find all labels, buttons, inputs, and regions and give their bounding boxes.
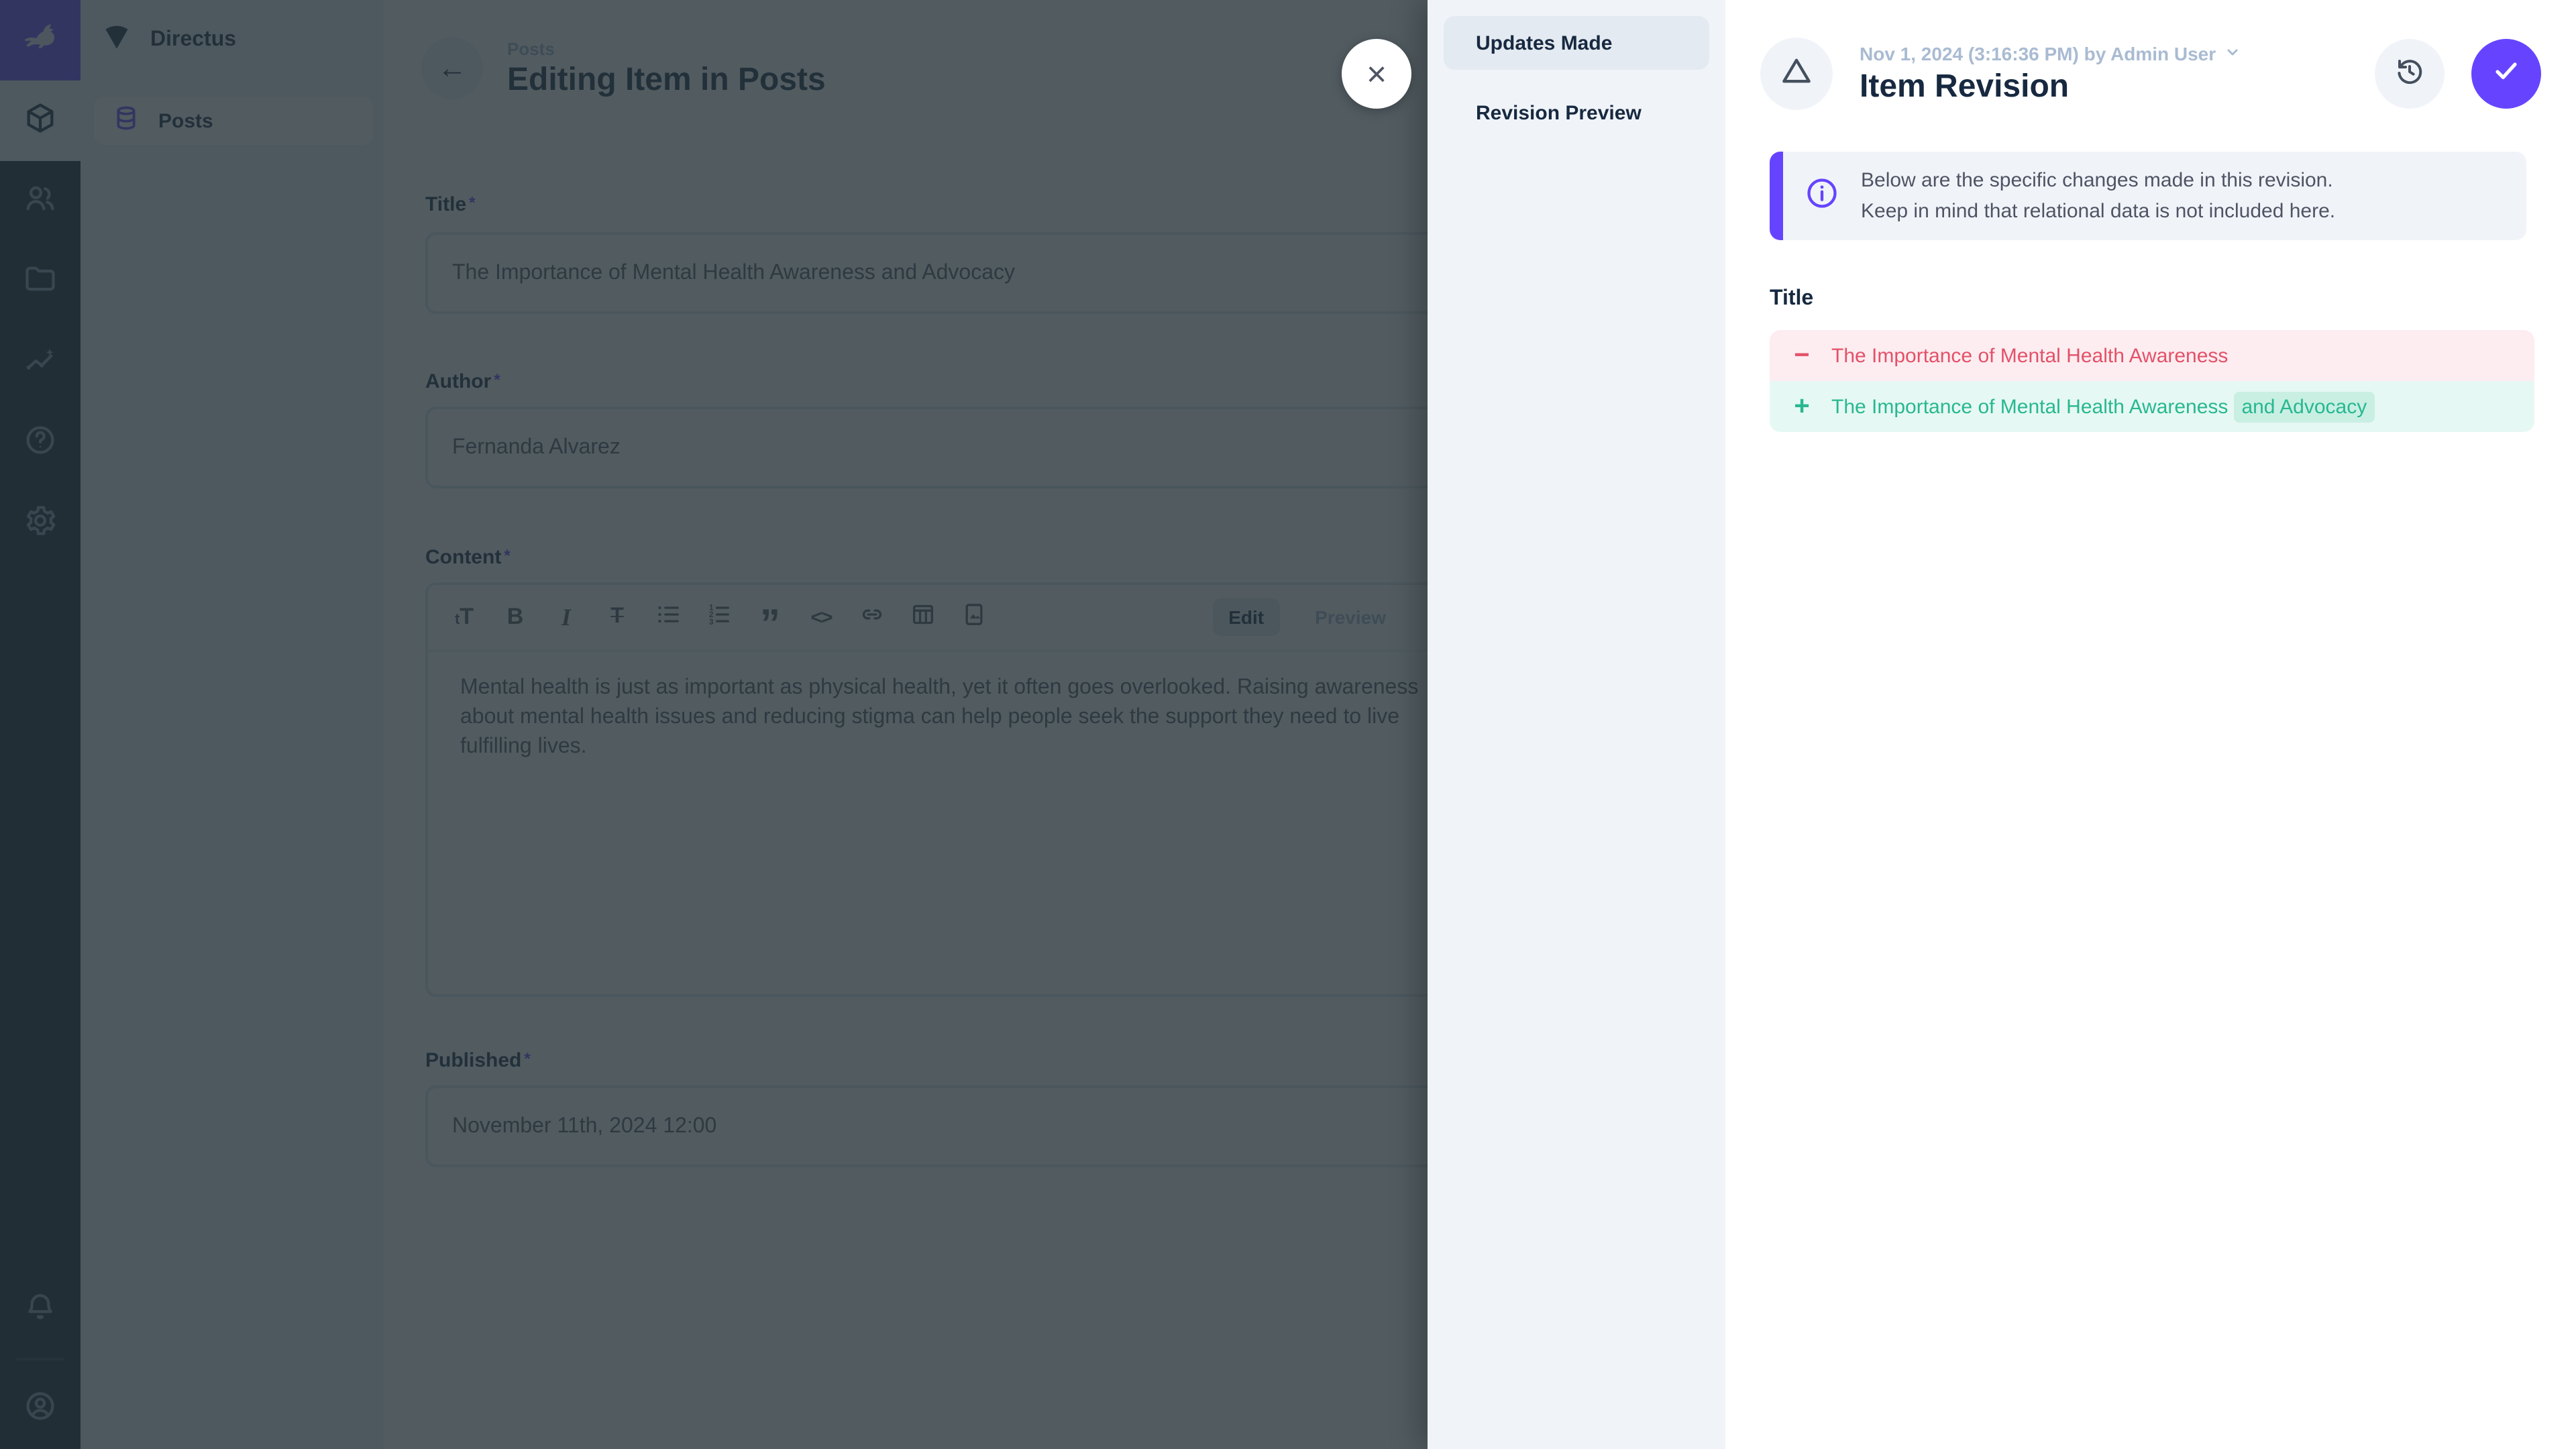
diff-removed-text: The Importance of Mental Health Awarenes… xyxy=(1831,344,2228,367)
close-drawer-button[interactable]: × xyxy=(1342,39,1411,109)
diff-added-text: The Importance of Mental Health Awarenes… xyxy=(1831,395,2375,418)
check-icon xyxy=(2490,54,2522,93)
drawer-title: Item Revision xyxy=(1860,68,2348,105)
notice-text: Below are the specific changes made in t… xyxy=(1861,165,2335,227)
history-icon xyxy=(2394,54,2426,93)
diff-removed-row: − The Importance of Mental Health Awaren… xyxy=(1770,330,2534,381)
notice-accent-bar xyxy=(1770,152,1783,240)
minus-icon: − xyxy=(1791,340,1813,371)
plus-icon: + xyxy=(1791,391,1813,422)
drawer-nav-revision-preview[interactable]: Revision Preview xyxy=(1444,86,1709,140)
revert-button[interactable] xyxy=(2375,39,2445,109)
directus-app: Directus Posts ← Posts Editing Item in P… xyxy=(0,0,2576,1449)
info-icon xyxy=(1805,175,1839,217)
diff-added-highlight: and Advocacy xyxy=(2233,391,2375,422)
revision-avatar xyxy=(1760,38,1833,110)
diff-added-row: + The Importance of Mental Health Awaren… xyxy=(1770,381,2534,432)
revision-meta[interactable]: Nov 1, 2024 (3:16:36 PM) by Admin User xyxy=(1860,42,2348,64)
close-icon: × xyxy=(1366,53,1387,95)
drawer-content: Nov 1, 2024 (3:16:36 PM) by Admin User I… xyxy=(1725,0,2576,1449)
drawer-nav: Updates Made Revision Preview xyxy=(1428,0,1725,1449)
revision-notice: Below are the specific changes made in t… xyxy=(1770,152,2526,240)
chevron-down-icon xyxy=(2224,42,2240,64)
drawer-nav-updates-made[interactable]: Updates Made xyxy=(1444,16,1709,70)
drawer-overlay[interactable] xyxy=(0,0,1428,1449)
done-button[interactable] xyxy=(2471,39,2541,109)
drawer-header: Nov 1, 2024 (3:16:36 PM) by Admin User I… xyxy=(1725,0,2576,148)
warning-triangle-icon xyxy=(1779,53,1814,95)
diff-field-name: Title xyxy=(1770,287,1813,311)
